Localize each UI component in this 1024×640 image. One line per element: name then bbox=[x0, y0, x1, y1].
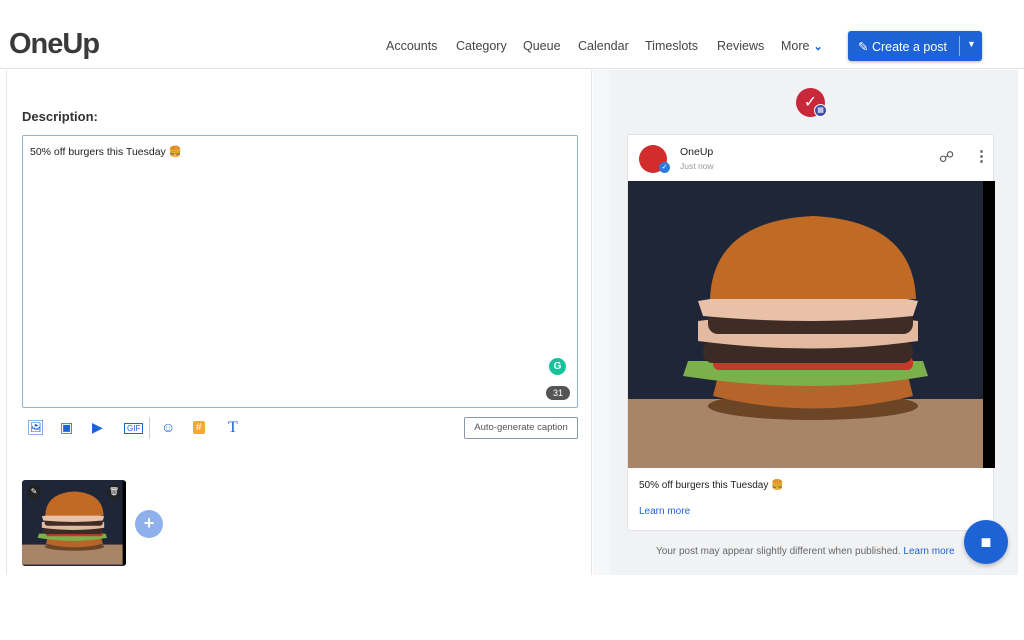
disclaimer-learn-more-link[interactable]: Learn more bbox=[903, 546, 954, 557]
nav-more[interactable]: More ⌄ bbox=[781, 39, 823, 53]
share-icon[interactable]: ☍ bbox=[939, 148, 954, 166]
add-media-button[interactable]: + bbox=[135, 510, 163, 538]
video-icon[interactable]: ▶ bbox=[92, 419, 103, 436]
post-caption: 50% off burgers this Tuesday 🍔 bbox=[639, 480, 784, 491]
description-label: Description: bbox=[22, 109, 98, 124]
account-avatar: ✓ bbox=[639, 145, 670, 173]
auto-generate-caption-button[interactable]: Auto-generate caption bbox=[464, 417, 578, 439]
oneup-logo[interactable]: OneUp bbox=[9, 28, 100, 61]
trash-icon[interactable]: 🗑 bbox=[107, 485, 121, 499]
nav-reviews[interactable]: Reviews bbox=[717, 39, 764, 53]
nav-queue[interactable]: Queue bbox=[523, 39, 561, 53]
panel-divider bbox=[593, 70, 610, 575]
description-textarea[interactable]: 50% off burgers this Tuesday 🍔 G 31 bbox=[22, 135, 578, 408]
gallery-icon[interactable]: 🖼 bbox=[27, 419, 45, 436]
nav-calendar[interactable]: Calendar bbox=[578, 39, 629, 53]
disclaimer-text: Your post may appear slightly different … bbox=[656, 546, 901, 557]
dropdown-caret-icon[interactable]: ▼ bbox=[967, 39, 976, 49]
chat-icon: ■ bbox=[980, 532, 992, 552]
preview-disclaimer: Your post may appear slightly different … bbox=[656, 546, 955, 557]
verified-icon: ✓ bbox=[659, 162, 670, 173]
nav-accounts[interactable]: Accounts bbox=[386, 39, 437, 53]
selected-account-avatar[interactable]: ✓ ▦ bbox=[796, 88, 827, 117]
chevron-down-icon: ⌄ bbox=[813, 41, 823, 53]
gif-icon[interactable]: GIF bbox=[124, 423, 144, 434]
image-icon[interactable]: ▣ bbox=[60, 419, 73, 436]
media-thumbnail[interactable]: ✎ 🗑 bbox=[22, 480, 126, 566]
grammarly-icon[interactable]: G bbox=[549, 358, 566, 375]
post-time: Just now bbox=[680, 161, 714, 171]
divider bbox=[959, 36, 960, 56]
description-text: 50% off burgers this Tuesday 🍔 bbox=[30, 146, 182, 158]
nav-category[interactable]: Category bbox=[456, 39, 507, 53]
hashtag-icon[interactable]: # bbox=[193, 421, 205, 434]
account-name: OneUp bbox=[680, 146, 714, 158]
post-image bbox=[628, 181, 995, 468]
text-format-icon[interactable]: T bbox=[228, 419, 238, 437]
more-options-icon[interactable]: ⋮ bbox=[974, 147, 989, 165]
create-post-button[interactable]: ✎ Create a post ▼ bbox=[848, 31, 982, 61]
burger-image bbox=[628, 181, 995, 468]
editor-panel: Description: 50% off burgers this Tuesda… bbox=[6, 70, 592, 575]
top-navigation-bar: OneUp Accounts Category Queue Calendar T… bbox=[0, 0, 1024, 69]
create-post-text: Create a post bbox=[871, 40, 948, 54]
post-preview-card: ✓ OneUp Just now ☍ ⋮ 50% off burgers thi… bbox=[627, 134, 995, 531]
preview-panel: ✓ ▦ ✓ OneUp Just now ☍ ⋮ 50% off burgers … bbox=[610, 70, 1018, 575]
nav-timeslots[interactable]: Timeslots bbox=[645, 39, 698, 53]
character-count: 31 bbox=[546, 386, 570, 400]
google-business-badge-icon: ▦ bbox=[814, 104, 827, 117]
edit-icon: ✎ bbox=[858, 40, 869, 54]
edit-icon[interactable]: ✎ bbox=[27, 485, 41, 499]
toolbar-divider bbox=[149, 417, 150, 439]
chat-support-button[interactable]: ■ bbox=[964, 520, 1008, 564]
learn-more-link[interactable]: Learn more bbox=[639, 506, 690, 517]
nav-more-label: More bbox=[781, 39, 810, 53]
create-post-label: ✎ Create a post bbox=[858, 39, 947, 54]
emoji-icon[interactable]: ☺ bbox=[161, 419, 175, 435]
